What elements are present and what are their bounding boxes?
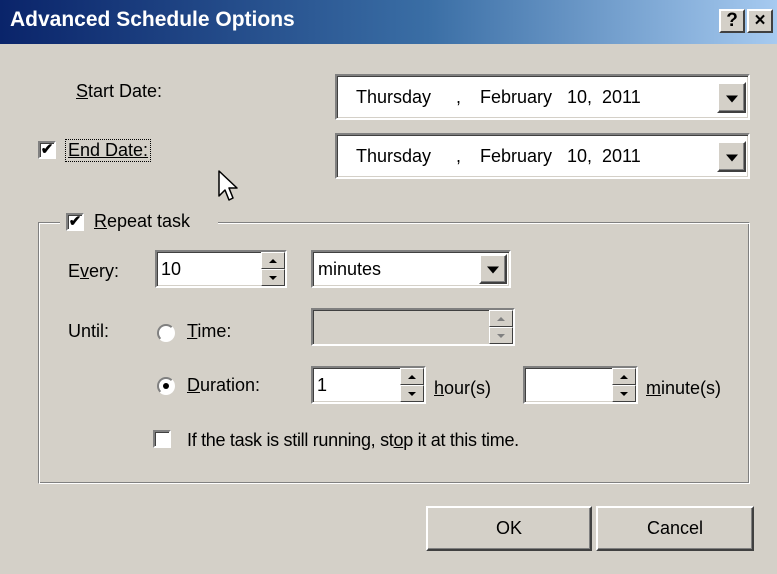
arrow-down-icon [269, 275, 277, 280]
repeat-unit-dropdown-button[interactable] [479, 254, 507, 284]
ok-button[interactable]: OK [426, 506, 592, 551]
repeat-task-checkbox[interactable]: ✔ [66, 213, 84, 231]
help-button[interactable]: ? [719, 9, 745, 33]
start-date-label: Start Date: [76, 81, 163, 101]
end-date-dropdown-button[interactable] [717, 141, 746, 172]
time-spin-up[interactable] [489, 310, 513, 327]
every-value[interactable]: 10 [161, 259, 181, 280]
cancel-button[interactable]: Cancel [596, 506, 754, 551]
minutes-spin-down[interactable] [612, 385, 636, 402]
duration-minutes-spin-buttons[interactable] [612, 368, 636, 402]
stop-task-label[interactable]: If the task is still running, stop it at… [187, 430, 519, 451]
arrow-up-icon [269, 258, 277, 263]
window-title: Advanced Schedule Options [10, 8, 295, 31]
start-date-month[interactable]: February [480, 87, 552, 108]
time-spin-buttons[interactable] [489, 310, 513, 344]
start-date-picker[interactable]: Thursday , February 10, 2011 [335, 74, 750, 120]
start-date-separator: , [456, 87, 462, 107]
mouse-cursor-icon [218, 170, 238, 201]
hours-spin-up[interactable] [400, 368, 424, 385]
minutes-label: minute(s) [646, 378, 722, 398]
stop-task-checkbox[interactable] [153, 430, 171, 448]
radio-selected-dot [163, 383, 169, 389]
duration-minutes-spinner[interactable] [523, 366, 638, 404]
time-label[interactable]: Time: [187, 321, 231, 342]
chevron-down-icon [725, 154, 738, 162]
arrow-down-icon [620, 391, 628, 396]
end-date-picker[interactable]: Thursday , February 10, 2011 [335, 133, 750, 179]
every-spinner[interactable]: 10 [155, 250, 287, 288]
start-date-weekday[interactable]: Thursday [356, 87, 431, 108]
end-date-checkbox[interactable]: ✔ [38, 141, 56, 159]
hours-spin-down[interactable] [400, 385, 424, 402]
duration-hours-spin-buttons[interactable] [400, 368, 424, 402]
every-spin-down[interactable] [261, 269, 285, 286]
chevron-down-icon [725, 95, 738, 103]
end-date-year[interactable]: 2011 [602, 146, 641, 167]
repeat-task-label[interactable]: Repeat task [94, 211, 190, 232]
end-date-weekday[interactable]: Thursday [356, 146, 431, 167]
every-label: Every: [68, 261, 120, 281]
start-date-day[interactable]: 10, [567, 87, 592, 108]
chevron-down-icon [487, 266, 499, 274]
until-label: Until: [68, 321, 110, 341]
duration-radio[interactable] [157, 377, 175, 395]
time-spinner[interactable] [311, 308, 515, 346]
arrow-up-icon [408, 374, 416, 379]
arrow-down-icon [497, 333, 505, 338]
time-spin-down[interactable] [489, 327, 513, 344]
repeat-task-legend: ✔ Repeat task [60, 209, 218, 235]
every-spin-up[interactable] [261, 252, 285, 269]
end-date-day[interactable]: 10, [567, 146, 592, 167]
every-spin-buttons[interactable] [261, 252, 285, 286]
duration-hours-spinner[interactable]: 1 [311, 366, 426, 404]
duration-label[interactable]: Duration: [187, 375, 260, 396]
end-date-separator: , [456, 146, 462, 166]
duration-hours-value[interactable]: 1 [317, 375, 327, 396]
repeat-unit-value[interactable]: minutes [318, 259, 381, 280]
arrow-down-icon [408, 391, 416, 396]
arrow-up-icon [620, 374, 628, 379]
start-date-year[interactable]: 2011 [602, 87, 641, 108]
hours-label: hour(s) [434, 378, 492, 398]
start-date-dropdown-button[interactable] [717, 82, 746, 113]
time-radio[interactable] [157, 324, 175, 342]
end-date-label[interactable]: End Date: [64, 139, 152, 162]
repeat-unit-dropdown[interactable]: minutes [311, 250, 511, 288]
end-date-month[interactable]: February [480, 146, 552, 167]
close-button[interactable]: × [747, 9, 773, 33]
arrow-up-icon [497, 316, 505, 321]
minutes-spin-up[interactable] [612, 368, 636, 385]
